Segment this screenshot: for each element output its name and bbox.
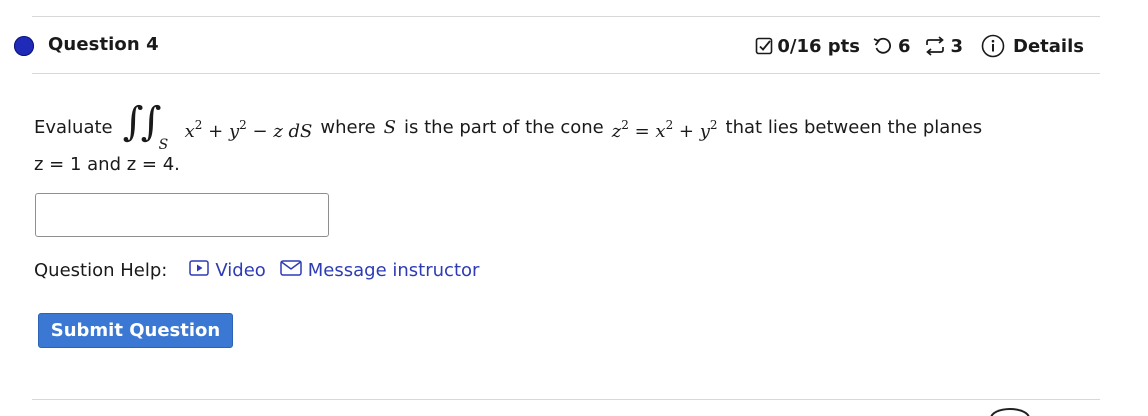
attempts-group: 3 (923, 35, 964, 57)
points-text: 0/16 pts (777, 35, 860, 57)
integral-subscript: S (158, 137, 169, 153)
question-meta: 0/16 pts 6 3 Details (755, 34, 1084, 58)
envelope-icon (280, 260, 302, 281)
video-link[interactable]: Video (189, 260, 266, 281)
question-title: Question 4 (48, 34, 159, 55)
attempts-count: 3 (950, 35, 964, 57)
submit-question-button[interactable]: Submit Question (38, 313, 233, 348)
question-panel: Question 4 0/16 pts 6 3 Details Evaluate… (0, 0, 1148, 416)
video-label: Video (215, 260, 266, 281)
question-help: Question Help: Video Message instructor (34, 260, 493, 281)
header-divider (32, 73, 1100, 74)
retries-count: 6 (897, 35, 911, 57)
partial-circle-shape (990, 408, 1030, 416)
info-icon (981, 34, 1005, 58)
details-toggle[interactable]: Details (981, 34, 1084, 58)
undo-icon (872, 36, 894, 56)
points-group: 0/16 pts (755, 36, 860, 57)
refresh-icon (923, 36, 947, 56)
retries-group: 6 (872, 36, 911, 57)
surface-symbol: S (383, 117, 397, 138)
bottom-divider (32, 399, 1100, 400)
message-label: Message instructor (307, 260, 480, 281)
cone-equation: z2 = x2 + y2 (611, 117, 718, 142)
double-integral: ∫ ∫ S (123, 99, 181, 153)
middle-text: is the part of the cone (404, 117, 604, 138)
question-status-dot (14, 36, 34, 56)
answer-input[interactable] (35, 193, 329, 237)
checkbox-icon (755, 37, 773, 55)
details-label: Details (1013, 35, 1084, 57)
play-icon (189, 260, 210, 281)
problem-statement: Evaluate ∫ ∫ S x2 + y2 − z dS where S is… (34, 99, 1104, 178)
integrand: x2 + y2 − z dS (184, 117, 313, 142)
problem-line-2: z = 1 and z = 4. (34, 154, 180, 175)
where-text: where (320, 117, 376, 138)
problem-line-1: Evaluate ∫ ∫ S x2 + y2 − z dS where S is… (34, 99, 1104, 153)
message-instructor-link[interactable]: Message instructor (280, 260, 480, 281)
question-header: Question 4 0/16 pts 6 3 Details (0, 26, 1100, 66)
help-label: Question Help: (34, 260, 168, 281)
problem-lead: Evaluate (34, 117, 113, 138)
top-divider (32, 16, 1100, 17)
tail-text: that lies between the planes (725, 117, 983, 138)
